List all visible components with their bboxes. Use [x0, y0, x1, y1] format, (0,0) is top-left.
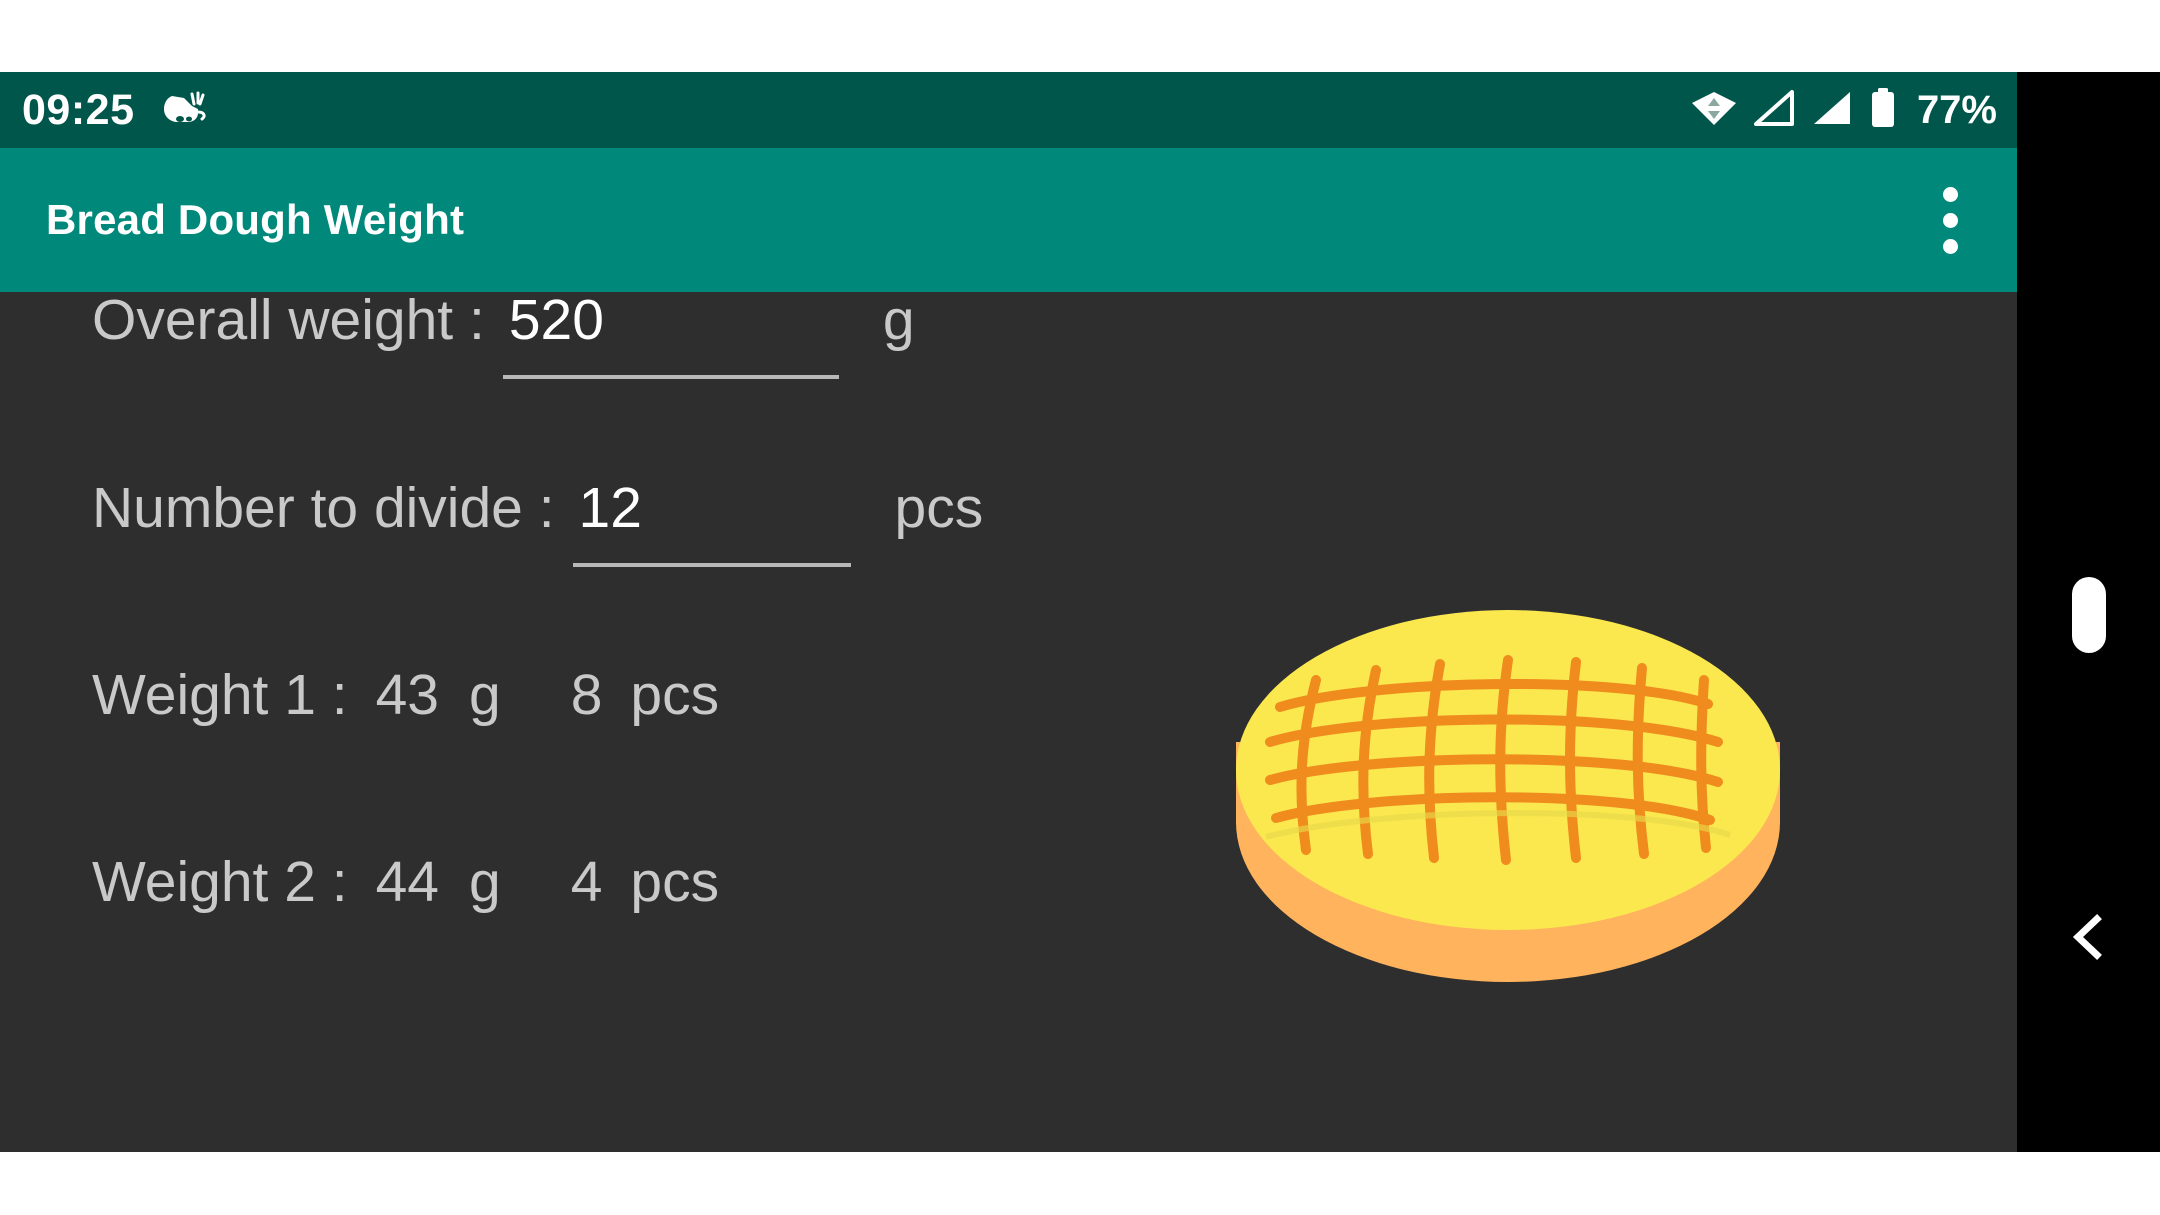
status-bar-left: 09:25 — [22, 72, 210, 148]
number-to-divide-label: Number to divide : — [92, 476, 555, 540]
app-bar: Bread Dough Weight — [0, 148, 2017, 292]
number-to-divide-unit: pcs — [894, 476, 984, 540]
weight-1-row: Weight 1 : 43 g 8 pcs — [92, 667, 719, 724]
status-bar: 09:25 77% — [0, 72, 2017, 148]
system-nav-strip — [2017, 72, 2160, 1152]
home-pill-icon[interactable] — [2071, 577, 2106, 653]
weight-1-grams: 43 — [375, 663, 439, 727]
status-bar-right: 77% — [1691, 72, 1997, 148]
number-to-divide-value: 12 — [578, 476, 642, 540]
overall-weight-value: 520 — [508, 288, 604, 352]
bird-steam-icon — [158, 88, 210, 132]
number-to-divide-input[interactable]: 12 — [572, 480, 851, 567]
bread-loaf-illustration — [1218, 592, 1798, 992]
overall-weight-unit: g — [882, 288, 915, 352]
more-vertical-icon[interactable] — [1905, 148, 1995, 292]
signal-empty-icon — [1753, 88, 1795, 133]
battery-percent-label: 77% — [1916, 88, 1997, 132]
wifi-transfer-icon — [1691, 88, 1737, 133]
screenshot-root: 09:25 77% Bread Dough Weight Overall wei… — [0, 0, 2160, 1215]
status-clock: 09:25 — [22, 85, 135, 134]
weight-2-row: Weight 2 : 44 g 4 pcs — [92, 854, 719, 911]
overflow-dot — [1942, 186, 1958, 202]
weight-1-unit-pcs: pcs — [630, 663, 720, 727]
chevron-left-icon[interactable] — [2059, 907, 2119, 967]
battery-icon — [1869, 86, 1897, 135]
overall-weight-input[interactable]: 520 — [502, 292, 839, 379]
weight-1-count: 8 — [570, 663, 603, 727]
weight-1-label: Weight 1 : — [92, 663, 348, 727]
weight-2-unit-pcs: pcs — [630, 850, 720, 914]
weight-2-label: Weight 2 : — [92, 850, 348, 914]
weight-1-unit-g: g — [469, 663, 501, 727]
weight-2-grams: 44 — [375, 850, 439, 914]
weight-2-count: 4 — [570, 850, 603, 914]
number-to-divide-row: Number to divide : 12 pcs — [92, 480, 983, 567]
overflow-dot — [1942, 238, 1958, 254]
overflow-dot — [1942, 212, 1958, 228]
weight-2-unit-g: g — [469, 850, 501, 914]
phone-screen: 09:25 77% Bread Dough Weight Overall wei… — [0, 72, 2017, 1152]
overall-weight-label: Overall weight : — [92, 288, 485, 352]
signal-full-icon — [1811, 88, 1853, 133]
overall-weight-row: Overall weight : 520 g — [92, 292, 915, 379]
page-title: Bread Dough Weight — [46, 196, 465, 243]
